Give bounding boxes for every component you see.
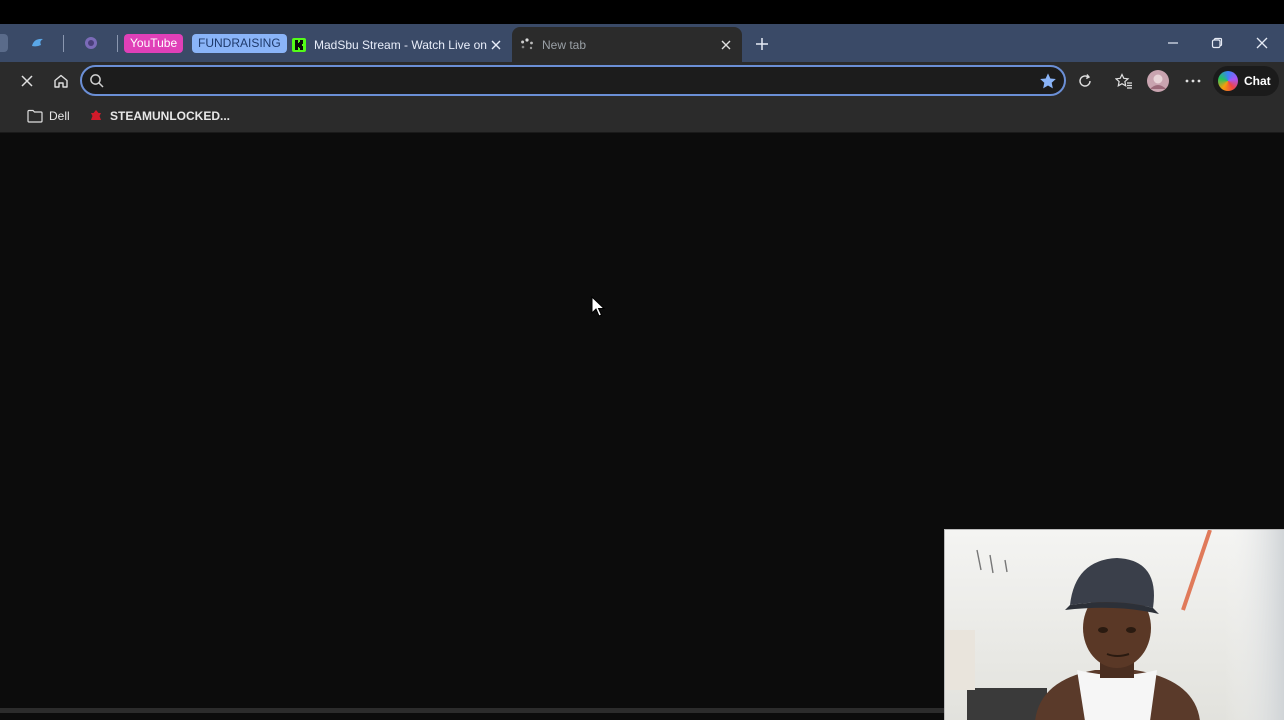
circle-app-icon (85, 37, 97, 49)
ellipsis-icon (1185, 79, 1201, 83)
more-menu-button[interactable] (1181, 69, 1205, 93)
close-tab-button[interactable] (718, 37, 734, 53)
red-favicon-icon (91, 110, 101, 120)
new-tab-button[interactable] (752, 34, 772, 54)
folder-icon (27, 109, 43, 123)
avatar (1147, 70, 1169, 92)
favorite-star-button[interactable] (1038, 71, 1058, 91)
tab-strip: YouTube FUNDRAISING MadSbu Stream - Watc… (0, 24, 1284, 62)
tab-new-tab[interactable]: New tab (512, 27, 742, 62)
close-icon (21, 75, 33, 87)
stop-loading-button[interactable] (15, 69, 39, 93)
tab-separator (63, 35, 64, 52)
refresh-sync-icon (1079, 74, 1091, 87)
bookmark-folder-dell[interactable]: Dell (27, 107, 70, 125)
copilot-chat-button[interactable]: Chat (1213, 66, 1279, 96)
address-bar[interactable] (80, 65, 1066, 96)
plus-icon (756, 38, 768, 50)
star-icon (1040, 73, 1056, 89)
tab-group-fundraising[interactable]: FUNDRAISING (192, 34, 287, 53)
tab-title: MadSbu Stream - Watch Live on K (314, 37, 488, 52)
close-window-button[interactable] (1251, 34, 1273, 52)
search-icon (90, 74, 104, 88)
webcam-overlay (944, 529, 1284, 720)
loading-spinner-icon (521, 37, 533, 49)
tab-separator (117, 35, 118, 52)
bookmarks-bar: Dell STEAMUNLOCKED... (0, 100, 1284, 133)
close-tab-button[interactable] (488, 37, 504, 53)
tab-madsbu-stream[interactable]: MadSbu Stream - Watch Live on K (284, 27, 510, 62)
close-icon (491, 40, 501, 49)
home-icon (54, 74, 68, 88)
restore-button[interactable] (1206, 34, 1228, 52)
kick-icon (292, 37, 306, 52)
pinned-tab-edge-browser[interactable] (29, 34, 47, 52)
pinned-tab-edge[interactable] (0, 34, 8, 52)
favorites-list-icon (1115, 73, 1132, 89)
restore-icon (1211, 37, 1223, 49)
extensions-button[interactable] (1073, 69, 1097, 93)
minimize-button[interactable] (1162, 34, 1184, 52)
mouse-cursor-icon (591, 296, 606, 317)
minimize-icon (1168, 42, 1178, 44)
tab-group-youtube[interactable]: YouTube (124, 34, 184, 53)
browser-toolbar: Chat (0, 62, 1284, 100)
copilot-icon (1218, 71, 1238, 91)
favorites-button[interactable] (1112, 69, 1136, 93)
screen-top-border (0, 0, 1284, 24)
pinned-tab-circle[interactable] (82, 34, 100, 52)
chat-label: Chat (1244, 74, 1271, 88)
close-icon (1256, 37, 1268, 49)
bookmark-steamunlocked[interactable]: STEAMUNLOCKED... (88, 107, 230, 125)
tab-title: New tab (542, 37, 587, 52)
profile-button[interactable] (1146, 69, 1170, 93)
address-input[interactable] (110, 71, 1014, 92)
webcam-video-image (945, 530, 1284, 720)
home-button[interactable] (49, 69, 73, 93)
close-icon (721, 40, 731, 49)
bookmark-label: Dell (49, 109, 70, 123)
bookmark-label: STEAMUNLOCKED... (110, 109, 230, 123)
edge-browser-icon (32, 38, 43, 47)
